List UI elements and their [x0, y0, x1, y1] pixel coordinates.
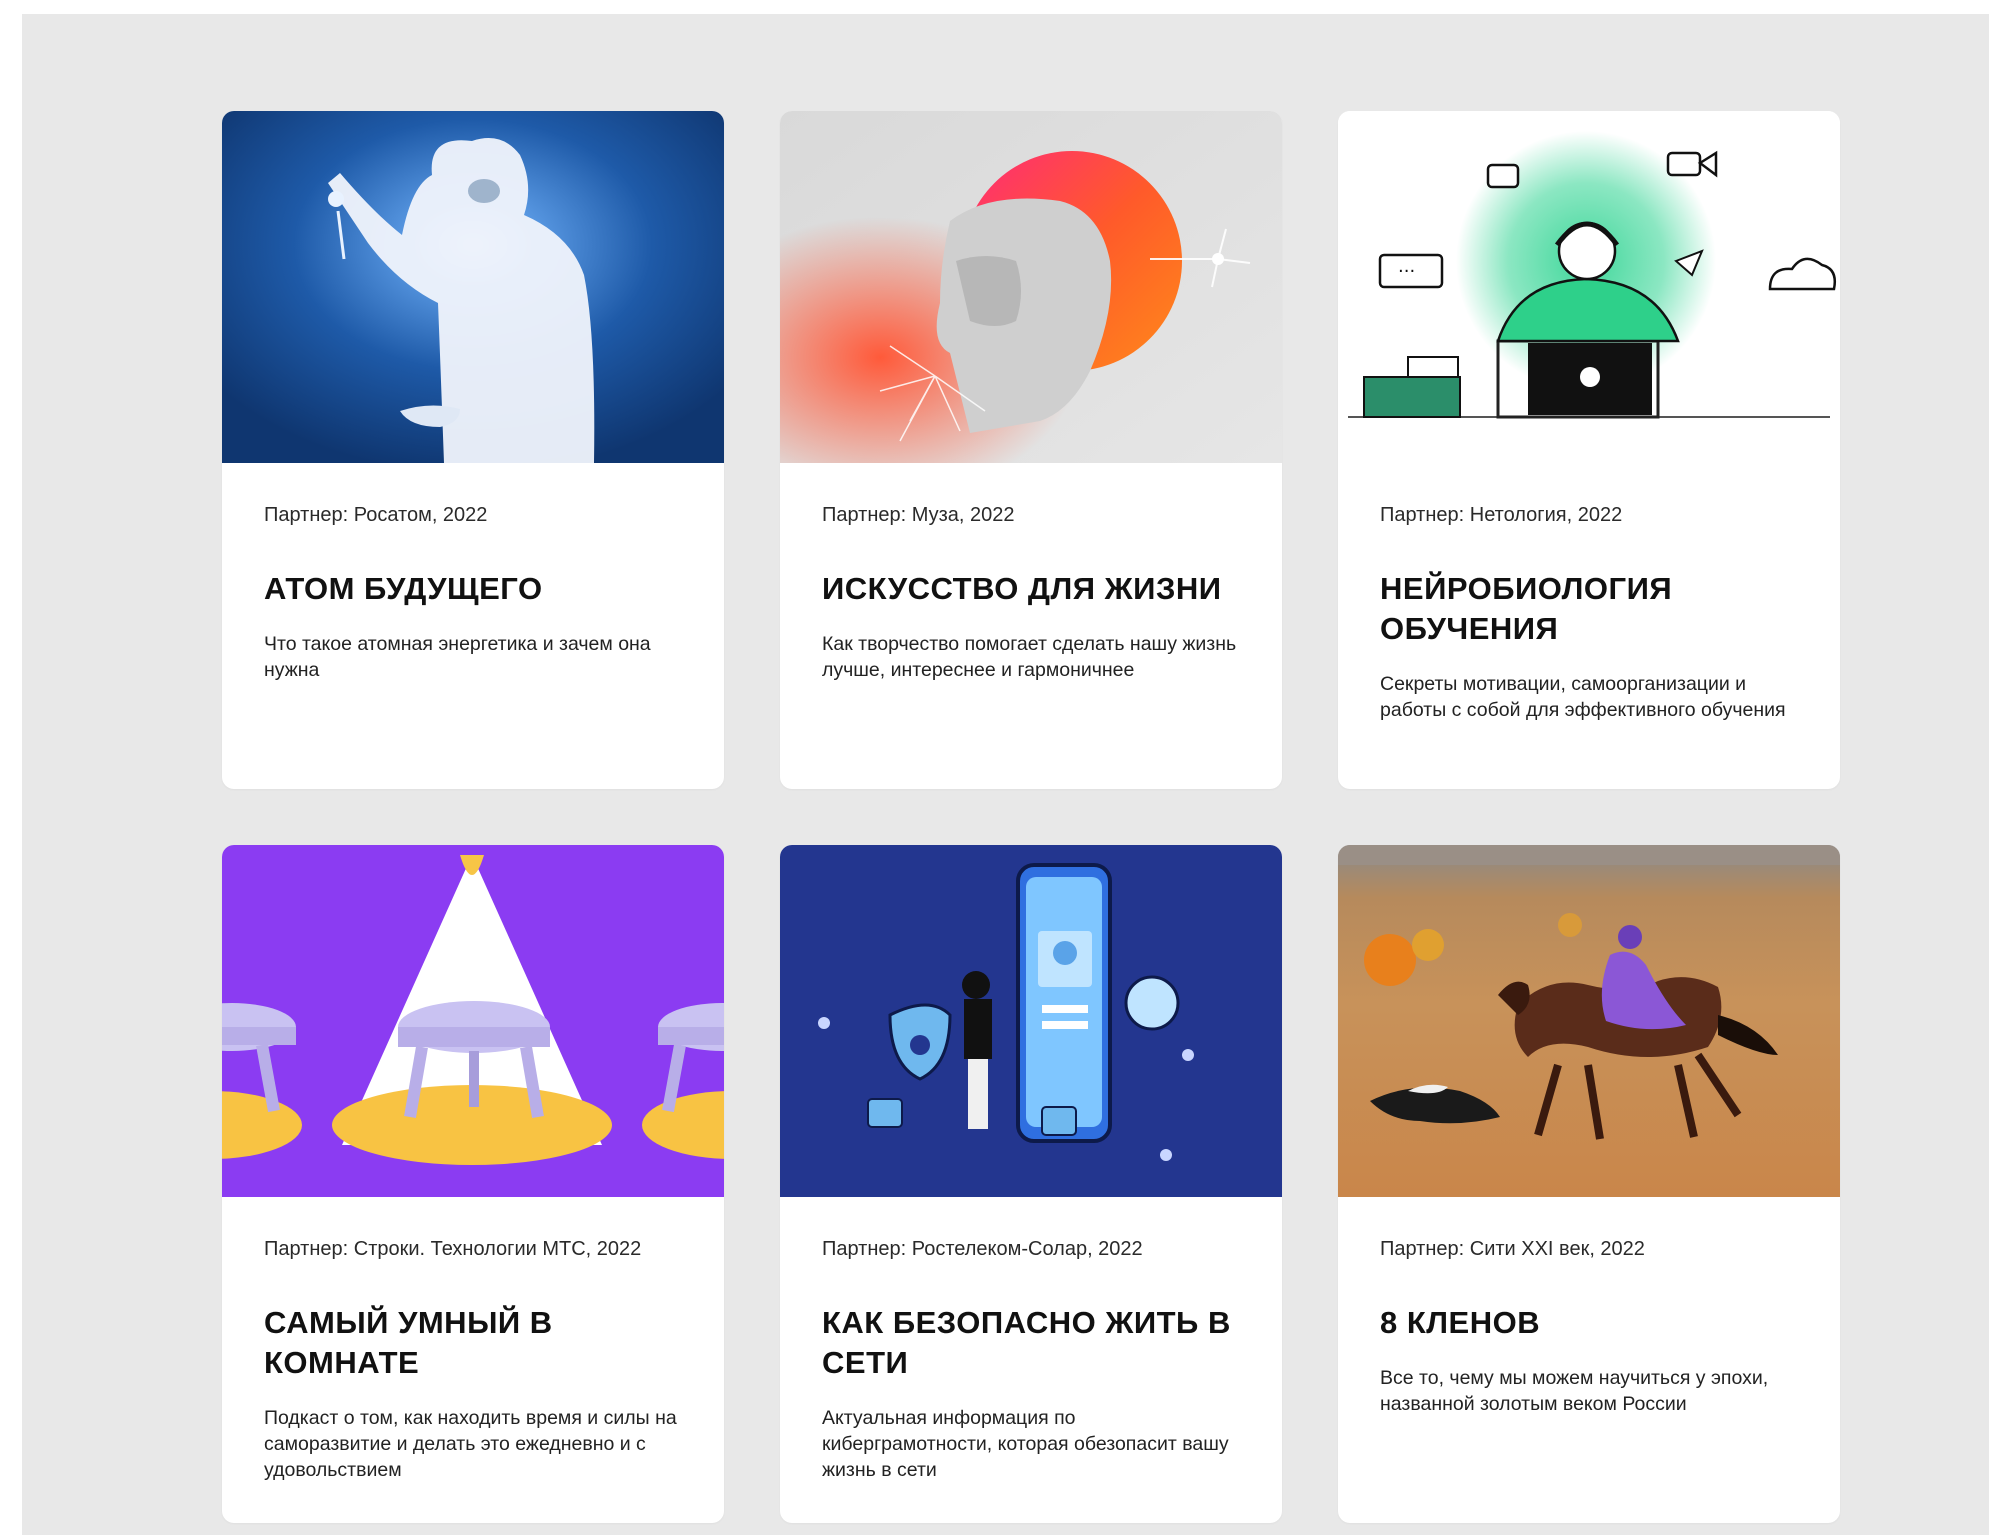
course-card-8-maples[interactable]: Партнер: Сити XXI век, 2022 8 КЛЕНОВ Все…: [1338, 845, 1840, 1523]
sculpture-illustration: [780, 111, 1282, 463]
course-cards-grid: Партнер: Росатом, 2022 АТОМ БУДУЩЕГО Что…: [222, 111, 1840, 1523]
svg-text:···: ···: [1398, 261, 1415, 282]
card-image: ···: [1338, 111, 1840, 463]
card-image: [1338, 845, 1840, 1197]
cyber-security-illustration: [780, 845, 1282, 1197]
card-image: [222, 111, 724, 463]
course-card-cyber[interactable]: Партнер: Ростелеком-Солар, 2022 КАК БЕЗО…: [780, 845, 1282, 1523]
card-title[interactable]: КАК БЕЗОПАСНО ЖИТЬ В СЕТИ: [822, 1303, 1240, 1383]
stools-illustration: [222, 845, 724, 1197]
card-image: [780, 845, 1282, 1197]
card-description: Все то, чему мы можем научиться у эпохи,…: [1380, 1367, 1769, 1415]
card-partner: Партнер: Ростелеком-Солар, 2022: [822, 1238, 1143, 1260]
card-description: Секреты мотивации, самоорганизации и раб…: [1380, 673, 1786, 721]
card-description: Подкаст о том, как находить время и силы…: [264, 1407, 677, 1481]
scientist-illustration: [222, 111, 724, 463]
card-title[interactable]: ИСКУССТВО ДЛЯ ЖИЗНИ: [822, 569, 1240, 609]
student-illustration: ···: [1338, 111, 1840, 463]
card-partner: Партнер: Муза, 2022: [822, 504, 1015, 526]
card-partner: Партнер: Нетология, 2022: [1380, 504, 1623, 526]
card-title[interactable]: АТОМ БУДУЩЕГО: [264, 569, 682, 609]
course-card-atom[interactable]: Партнер: Росатом, 2022 АТОМ БУДУЩЕГО Что…: [222, 111, 724, 789]
card-title[interactable]: САМЫЙ УМНЫЙ В КОМНАТЕ: [264, 1303, 682, 1383]
course-card-neurobiology[interactable]: ··· Партнер: Нетология, 2022 НЕЙРОБИОЛОГ…: [1338, 111, 1840, 789]
course-card-art[interactable]: Партнер: Муза, 2022 ИСКУССТВО ДЛЯ ЖИЗНИ …: [780, 111, 1282, 789]
card-description: Как творчество помогает сделать нашу жиз…: [822, 633, 1237, 681]
card-image: [222, 845, 724, 1197]
card-title[interactable]: НЕЙРОБИОЛОГИЯ ОБУЧЕНИЯ: [1380, 569, 1798, 649]
course-card-smartest[interactable]: Партнер: Строки. Технологии МТС, 2022 СА…: [222, 845, 724, 1523]
card-image: [780, 111, 1282, 463]
card-partner: Партнер: Росатом, 2022: [264, 504, 488, 526]
horse-rider-photo: [1338, 845, 1840, 1197]
card-partner: Партнер: Сити XXI век, 2022: [1380, 1238, 1645, 1260]
card-description: Актуальная информация по киберграмотност…: [822, 1407, 1229, 1481]
card-title[interactable]: 8 КЛЕНОВ: [1380, 1303, 1798, 1343]
card-description: Что такое атомная энергетика и зачем она…: [264, 633, 651, 681]
card-partner: Партнер: Строки. Технологии МТС, 2022: [264, 1238, 642, 1260]
